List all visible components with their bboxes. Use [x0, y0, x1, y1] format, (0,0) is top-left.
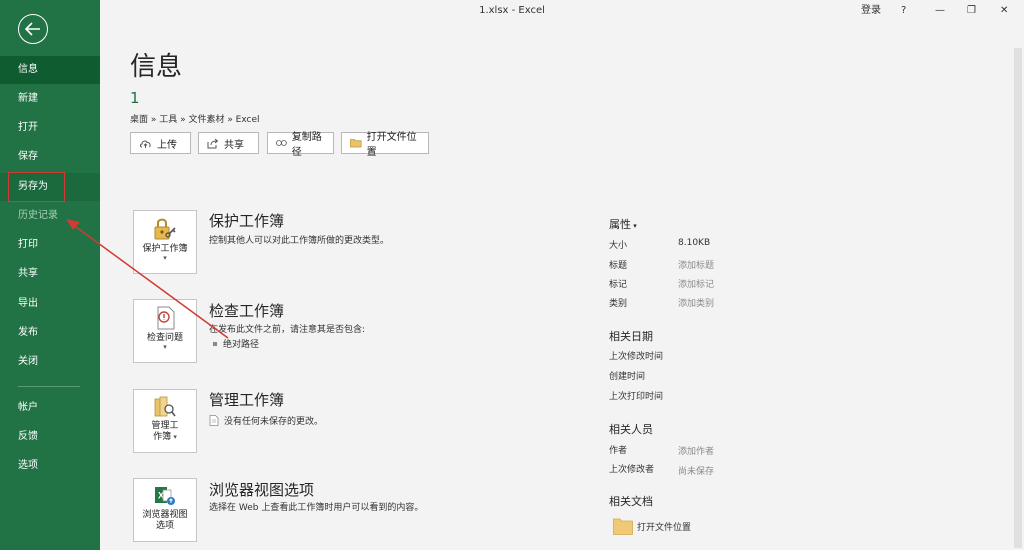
protect-workbook-button[interactable]: 保护工作簿 ▾	[133, 210, 197, 274]
chevron-down-icon: ▾	[171, 433, 177, 441]
inspect-workbook-title: 检查工作簿	[209, 302, 285, 320]
title-label: 标题	[609, 261, 628, 271]
copy-path-button[interactable]: 复制路径	[267, 132, 334, 158]
file-path-breadcrumb: 桌面 » 工具 » 文件素材 » Excel	[130, 115, 260, 125]
protect-workbook-title: 保护工作簿	[209, 212, 285, 230]
backstage-sidebar: 信息 新建 打开 保存 另存为 历史记录 打印 共享 导出 发布 关闭 帐户 反…	[0, 0, 100, 550]
back-button[interactable]	[18, 14, 48, 44]
cloud-upload-icon	[140, 140, 151, 148]
created-label: 创建时间	[609, 372, 646, 382]
size-label: 大小	[609, 241, 628, 251]
title-field[interactable]: 添加标题	[678, 258, 714, 271]
inspect-item: 绝对路径	[213, 337, 259, 350]
minimize-button[interactable]: —	[935, 3, 945, 19]
link-icon	[276, 140, 287, 146]
sidebar-item-options[interactable]: 选项	[0, 452, 100, 480]
inspect-workbook-desc: 在发布此文件之前，请注意其是否包含:	[209, 325, 366, 335]
sidebar-item-info[interactable]: 信息	[0, 56, 100, 84]
author-label: 作者	[609, 446, 628, 456]
size-value: 8.10KB	[678, 238, 711, 248]
manage-workbook-card-label: 管理工 作簿 ▾	[151, 421, 178, 443]
upload-button[interactable]: 上传	[130, 132, 191, 154]
category-field[interactable]: 添加类别	[678, 296, 714, 309]
check-for-issues-button[interactable]: 检查问题 ▾	[133, 299, 197, 363]
last-modified-label: 上次修改时间	[609, 352, 664, 362]
share-label: 共享	[224, 139, 244, 151]
manage-workbook-card-label-line2: 作簿 ▾	[153, 432, 177, 442]
chevron-down-icon: ▾	[163, 343, 167, 351]
browser-view-options-title: 浏览器视图选项	[209, 481, 315, 499]
open-file-location-label: 打开文件位置	[366, 132, 417, 158]
restore-button[interactable]: ❐	[967, 3, 976, 19]
manage-workbook-status: 没有任何未保存的更改。	[209, 414, 323, 427]
help-button[interactable]: ?	[901, 3, 906, 19]
sidebar-item-feedback[interactable]: 反馈	[0, 423, 100, 451]
last-modified-by-label: 上次修改者	[609, 465, 655, 475]
sidebar-item-print[interactable]: 打印	[0, 231, 100, 259]
document-icon	[209, 415, 219, 426]
sidebar-item-publish[interactable]: 发布	[0, 319, 100, 347]
folder-icon	[350, 139, 362, 148]
chevron-down-icon: ▾	[631, 222, 637, 230]
upload-label: 上传	[157, 139, 177, 151]
manage-workbook-title: 管理工作簿	[209, 391, 285, 409]
author-field[interactable]: 添加作者	[678, 444, 714, 457]
vertical-scrollbar[interactable]	[1014, 48, 1022, 548]
excel-browser-icon: X	[155, 487, 175, 505]
sidebar-item-new[interactable]: 新建	[0, 85, 100, 113]
manage-workbook-card-label-line1: 管理工	[151, 421, 179, 431]
sidebar-item-save-as[interactable]: 另存为	[0, 173, 100, 201]
related-open-file-location-label: 打开文件位置	[637, 522, 692, 533]
lock-key-icon	[154, 218, 176, 240]
related-dates-header: 相关日期	[609, 330, 653, 343]
chevron-down-icon: ▾	[163, 254, 167, 262]
sidebar-item-close[interactable]: 关闭	[0, 348, 100, 376]
share-icon	[207, 138, 219, 148]
sidebar-item-history: 历史记录	[18, 210, 58, 221]
browser-view-options-button[interactable]: X 浏览器视图 选项	[133, 478, 197, 542]
last-printed-label: 上次打印时间	[609, 392, 664, 402]
browser-view-options-desc: 选择在 Web 上查看此工作簿时用户可以看到的内容。	[209, 503, 424, 513]
open-file-location-button[interactable]: 打开文件位置	[341, 132, 429, 158]
sidebar-divider	[18, 386, 80, 387]
manage-workbook-icon	[154, 396, 176, 417]
folder-icon	[613, 518, 633, 535]
sidebar-item-save[interactable]: 保存	[0, 143, 100, 171]
sidebar-item-export[interactable]: 导出	[0, 290, 100, 318]
manage-workbook-desc: 没有任何未保存的更改。	[224, 417, 324, 427]
inspect-item-label: 绝对路径	[223, 340, 260, 350]
copy-path-label: 复制路径	[291, 132, 322, 158]
browser-view-card-label-line1: 浏览器视图	[142, 510, 188, 520]
manage-workbook-button[interactable]: 管理工 作簿 ▾	[133, 389, 197, 453]
last-modified-by-value: 尚未保存	[678, 467, 715, 477]
bullet-icon	[213, 341, 217, 346]
inspect-document-icon	[157, 306, 175, 330]
related-people-header: 相关人员	[609, 423, 653, 436]
tags-label: 标记	[609, 280, 628, 290]
back-arrow-icon	[25, 22, 40, 36]
sidebar-item-account[interactable]: 帐户	[0, 394, 100, 422]
browser-view-card-label-line2: 选项	[155, 521, 174, 531]
page-title: 信息	[130, 52, 183, 82]
share-button[interactable]: 共享	[198, 132, 259, 154]
close-button[interactable]: ✕	[1000, 3, 1008, 19]
properties-dropdown[interactable]: 属性 ▾	[609, 216, 637, 232]
tags-field[interactable]: 添加标记	[678, 277, 714, 290]
protect-workbook-desc: 控制其他人可以对此工作簿所做的更改类型。	[209, 236, 390, 246]
file-name: 1	[130, 89, 140, 107]
login-button[interactable]: 登录	[861, 3, 881, 19]
browser-view-options-card-label: 浏览器视图 选项	[142, 510, 187, 532]
category-label: 类别	[609, 299, 628, 309]
related-documents-header: 相关文档	[609, 495, 653, 508]
sidebar-item-open[interactable]: 打开	[0, 114, 100, 142]
sidebar-item-share[interactable]: 共享	[0, 260, 100, 288]
related-open-file-location[interactable]: 打开文件位置	[613, 517, 691, 535]
